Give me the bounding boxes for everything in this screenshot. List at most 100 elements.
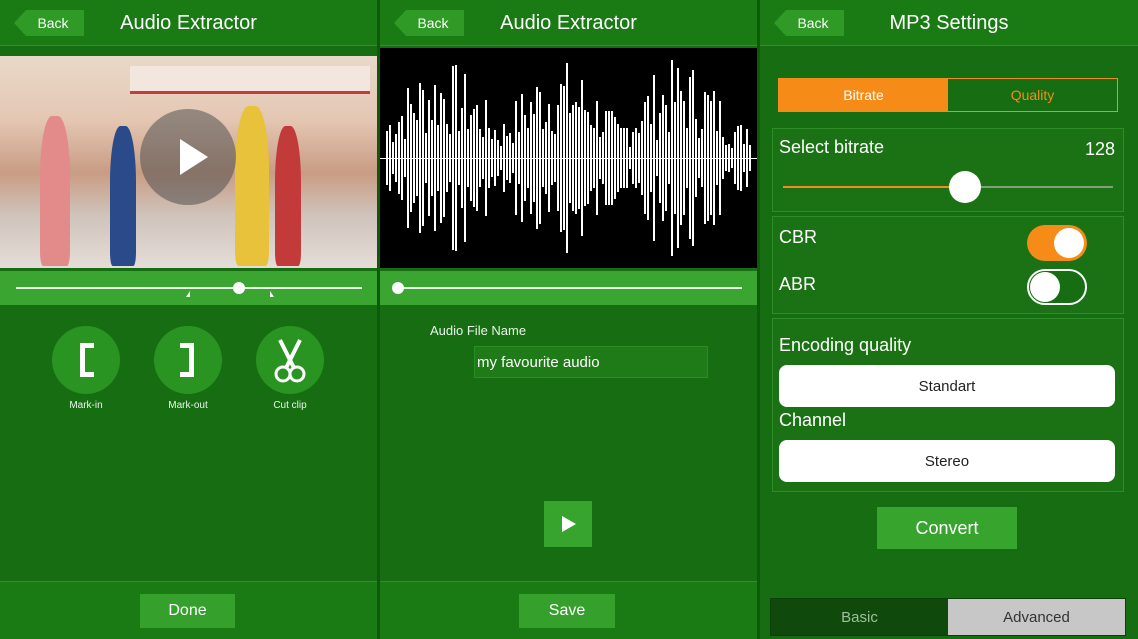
waveform-bar bbox=[419, 83, 421, 233]
header-bar: MP3 Settings Back bbox=[760, 0, 1138, 46]
play-icon bbox=[562, 516, 576, 532]
waveform-bar bbox=[440, 93, 442, 223]
waveform-bar bbox=[611, 111, 613, 205]
waveform-bar bbox=[731, 148, 733, 168]
encoding-quality-select[interactable]: Standart bbox=[779, 365, 1115, 407]
file-name-input[interactable]: my favourite audio bbox=[474, 346, 708, 378]
convert-button[interactable]: Convert bbox=[877, 507, 1017, 549]
video-preview[interactable] bbox=[0, 56, 377, 268]
mark-out-circle bbox=[154, 326, 222, 394]
mark-in-marker-icon[interactable] bbox=[186, 291, 190, 297]
waveform-bar bbox=[449, 134, 451, 182]
waveform-bar bbox=[551, 131, 553, 185]
waveform-bar bbox=[578, 107, 580, 209]
channel-label: Channel bbox=[779, 410, 847, 430]
play-audio-button[interactable] bbox=[544, 501, 592, 547]
tab-advanced[interactable]: Advanced bbox=[948, 599, 1125, 635]
audio-waveform bbox=[380, 48, 757, 268]
mode-section: CBR ABR bbox=[772, 216, 1124, 314]
waveform-bar bbox=[455, 65, 457, 251]
waveform-bar bbox=[608, 111, 610, 205]
cbr-toggle-knob bbox=[1054, 228, 1084, 258]
waveform-bar bbox=[638, 133, 640, 183]
tab-basic[interactable]: Basic bbox=[771, 599, 948, 635]
waveform-bar bbox=[428, 100, 430, 216]
waveform-bar bbox=[416, 120, 418, 196]
waveform-bar bbox=[518, 132, 520, 184]
waveform-bar bbox=[584, 110, 586, 206]
mark-out-marker-icon[interactable] bbox=[270, 291, 274, 297]
cut-clip-label: Cut clip bbox=[273, 400, 307, 411]
waveform-bar bbox=[503, 124, 505, 192]
waveform-bar bbox=[647, 96, 649, 220]
audio-progress-knob[interactable] bbox=[392, 282, 404, 294]
waveform-bar bbox=[686, 128, 688, 188]
back-button[interactable]: Back bbox=[14, 10, 84, 36]
trim-playhead-knob[interactable] bbox=[233, 282, 245, 294]
waveform-bar bbox=[434, 85, 436, 231]
waveform-bar bbox=[467, 129, 469, 187]
audio-extractor-video-screen: Audio Extractor Back Mark-in Mark-out Cu… bbox=[0, 0, 377, 639]
waveform-bar bbox=[641, 121, 643, 195]
waveform-bar bbox=[707, 95, 709, 221]
waveform-bar bbox=[599, 137, 601, 179]
trim-track[interactable] bbox=[16, 287, 362, 289]
save-button[interactable]: Save bbox=[519, 594, 615, 628]
back-button[interactable]: Back bbox=[774, 10, 844, 36]
waveform-bar bbox=[665, 105, 667, 211]
video-figure bbox=[110, 126, 136, 266]
waveform-bar bbox=[575, 102, 577, 214]
bitrate-slider-filled-track[interactable] bbox=[783, 186, 963, 188]
waveform-bar bbox=[473, 109, 475, 207]
cut-clip-button[interactable]: Cut clip bbox=[256, 326, 324, 411]
bitrate-slider-knob[interactable] bbox=[949, 171, 981, 203]
mark-in-bracket-icon bbox=[80, 343, 94, 377]
waveform-bar bbox=[740, 125, 742, 191]
waveform-bar bbox=[533, 114, 535, 202]
waveform-bar bbox=[632, 132, 634, 184]
cut-clip-circle bbox=[256, 326, 324, 394]
play-video-button[interactable] bbox=[140, 109, 236, 205]
encoding-quality-label: Encoding quality bbox=[779, 335, 912, 355]
waveform-bar bbox=[488, 128, 490, 188]
waveform-bar bbox=[389, 125, 391, 191]
waveform-bar bbox=[746, 129, 748, 187]
mark-in-label: Mark-in bbox=[69, 400, 103, 411]
audio-progress-track[interactable] bbox=[396, 287, 742, 289]
waveform-bar bbox=[461, 108, 463, 208]
back-button[interactable]: Back bbox=[394, 10, 464, 36]
play-icon bbox=[180, 139, 208, 175]
waveform-bar bbox=[626, 128, 628, 188]
done-button[interactable]: Done bbox=[140, 594, 235, 628]
bitrate-value: 128 bbox=[1084, 139, 1115, 159]
cbr-toggle[interactable] bbox=[1027, 225, 1087, 261]
mark-out-button[interactable]: Mark-out bbox=[154, 326, 222, 411]
tab-quality[interactable]: Quality bbox=[948, 79, 1117, 111]
waveform-bar bbox=[656, 140, 658, 176]
waveform-bar bbox=[689, 77, 691, 239]
waveform-bar bbox=[713, 91, 715, 225]
video-figure bbox=[40, 116, 70, 266]
waveform-bar bbox=[563, 86, 565, 230]
tab-bitrate[interactable]: Bitrate bbox=[779, 79, 948, 111]
waveform-bar bbox=[722, 137, 724, 179]
waveform-bar bbox=[395, 134, 397, 182]
waveform-bar bbox=[425, 133, 427, 183]
waveform-bar bbox=[569, 113, 571, 203]
waveform-bar bbox=[590, 125, 592, 191]
abr-toggle[interactable] bbox=[1027, 269, 1087, 305]
waveform-bar bbox=[698, 138, 700, 178]
mark-in-button[interactable]: Mark-in bbox=[52, 326, 120, 411]
waveform-bar bbox=[536, 87, 538, 229]
channel-select[interactable]: Stereo bbox=[779, 440, 1115, 482]
waveform-bar bbox=[524, 115, 526, 201]
waveform-bar bbox=[554, 134, 556, 182]
waveform-bar bbox=[701, 129, 703, 187]
waveform-bar bbox=[515, 101, 517, 215]
waveform-bar bbox=[446, 124, 448, 192]
encoding-section: Encoding quality Standart Channel Stereo bbox=[772, 318, 1124, 492]
waveform-bar bbox=[677, 68, 679, 248]
waveform-bar bbox=[668, 132, 670, 184]
bitrate-slider-track[interactable] bbox=[963, 186, 1113, 188]
trim-slider-bar bbox=[0, 271, 377, 305]
